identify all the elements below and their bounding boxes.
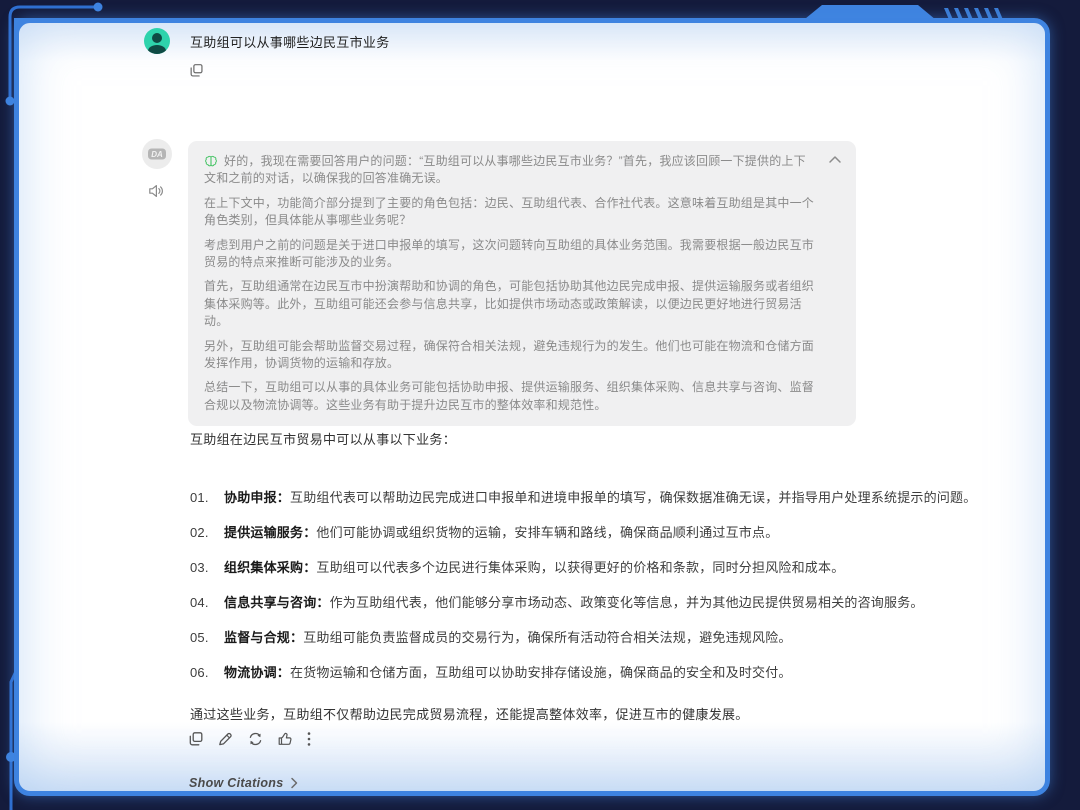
item-number: 04. bbox=[190, 594, 224, 612]
tech-frame-stage: 互助组可以从事哪些边民互市业务 DA bbox=[0, 0, 1080, 810]
kebab-menu-icon bbox=[306, 731, 312, 747]
item-number: 03. bbox=[190, 559, 224, 577]
item-desc: 互助组可以代表多个边民进行集体采购，以获得更好的价格和条款，同时分担风险和成本。 bbox=[316, 560, 844, 575]
svg-text:DA: DA bbox=[151, 150, 163, 159]
brain-icon bbox=[204, 154, 218, 168]
response-actions bbox=[188, 731, 312, 747]
list-item: 06. 物流协调：在货物运输和仓储方面，互助组可以协助安排存储设施，确保商品的安… bbox=[190, 664, 1042, 682]
list-item: 05. 监督与合规：互助组可能负责监督成员的交易行为，确保所有活动符合相关法规，… bbox=[190, 629, 1042, 647]
item-desc: 互助组代表可以帮助边民完成进口申报单和进境申报单的填写，确保数据准确无误，并指导… bbox=[290, 490, 976, 505]
copy-icon bbox=[189, 63, 204, 78]
item-title: 物流协调： bbox=[224, 665, 290, 680]
thinking-block: 好的，我现在需要回答用户的问题：“互助组可以从事哪些边民互市业务？”首先，我应该… bbox=[188, 141, 856, 426]
more-options-button[interactable] bbox=[306, 731, 312, 747]
read-aloud-button[interactable] bbox=[148, 183, 165, 199]
assistant-avatar: DA bbox=[142, 139, 172, 169]
thumbs-up-icon bbox=[277, 731, 293, 747]
item-title: 监督与合规： bbox=[224, 630, 303, 645]
thinking-paragraph: 首先，互助组通常在边民互市中扮演帮助和协调的角色，可能包括协助其他边民完成申报、… bbox=[204, 278, 816, 330]
list-item: 01. 协助申报：互助组代表可以帮助边民完成进口申报单和进境申报单的填写，确保数… bbox=[190, 489, 1042, 507]
user-message-row: 互助组可以从事哪些边民互市业务 bbox=[144, 28, 390, 54]
pencil-icon bbox=[217, 731, 234, 747]
item-number: 02. bbox=[190, 524, 224, 542]
item-desc: 互助组可能负责监督成员的交易行为，确保所有活动符合相关法规，避免违规风险。 bbox=[303, 630, 791, 645]
user-avatar-icon bbox=[144, 28, 170, 54]
business-list: 01. 协助申报：互助组代表可以帮助边民完成进口申报单和进境申报单的填写，确保数… bbox=[190, 489, 1042, 699]
chevron-right-icon bbox=[290, 777, 298, 789]
thinking-paragraph: 总结一下，互助组可以从事的具体业务可能包括协助申报、提供运输服务、组织集体采购、… bbox=[204, 379, 816, 414]
collapse-thinking-button[interactable] bbox=[828, 155, 842, 164]
item-number: 01. bbox=[190, 489, 224, 507]
like-button[interactable] bbox=[277, 731, 293, 747]
thinking-paragraph: 考虑到用户之前的问题是关于进口申报单的填写，这次问题转向互助组的具体业务范围。我… bbox=[204, 237, 816, 272]
copy-icon bbox=[188, 731, 204, 747]
chat-content: 互助组可以从事哪些边民互市业务 DA bbox=[0, 0, 1080, 810]
assistant-logo-icon: DA bbox=[147, 146, 167, 162]
item-desc: 在货物运输和仓储方面，互助组可以协助安排存储设施，确保商品的安全和及时交付。 bbox=[290, 665, 792, 680]
item-number: 05. bbox=[190, 629, 224, 647]
citations-label: Show Citations bbox=[189, 776, 283, 790]
user-question-text: 互助组可以从事哪些边民互市业务 bbox=[190, 32, 390, 51]
answer-closing-text: 通过这些业务，互助组不仅帮助边民完成贸易流程，还能提高整体效率，促进互市的健康发… bbox=[190, 704, 1036, 723]
item-title: 提供运输服务： bbox=[224, 525, 316, 540]
refresh-icon bbox=[247, 731, 264, 747]
edit-response-button[interactable] bbox=[217, 731, 234, 747]
thinking-paragraph: 另外，互助组可能会帮助监督交易过程，确保符合相关法规，避免违规行为的发生。他们也… bbox=[204, 338, 816, 373]
item-title: 协助申报： bbox=[224, 490, 290, 505]
speaker-icon bbox=[148, 183, 165, 199]
list-item: 03. 组织集体采购：互助组可以代表多个边民进行集体采购，以获得更好的价格和条款… bbox=[190, 559, 1042, 577]
copy-response-button[interactable] bbox=[188, 731, 204, 747]
answer-intro-text: 互助组在边民互市贸易中可以从事以下业务： bbox=[190, 429, 1036, 448]
person-icon bbox=[152, 33, 162, 43]
item-title: 组织集体采购： bbox=[224, 560, 316, 575]
item-number: 06. bbox=[190, 664, 224, 682]
chevron-up-icon bbox=[828, 155, 842, 164]
item-desc: 他们可能协调或组织货物的运输，安排车辆和路线，确保商品顺利通过互市点。 bbox=[316, 525, 778, 540]
copy-question-button[interactable] bbox=[189, 63, 204, 78]
show-citations-link[interactable]: Show Citations bbox=[189, 776, 298, 790]
thinking-paragraph: 好的，我现在需要回答用户的问题：“互助组可以从事哪些边民互市业务？”首先，我应该… bbox=[204, 153, 816, 188]
item-desc: 作为互助组代表，他们能够分享市场动态、政策变化等信息，并为其他边民提供贸易相关的… bbox=[330, 595, 924, 610]
list-item: 04. 信息共享与咨询：作为互助组代表，他们能够分享市场动态、政策变化等信息，并… bbox=[190, 594, 1042, 612]
item-title: 信息共享与咨询： bbox=[224, 595, 330, 610]
regenerate-button[interactable] bbox=[247, 731, 264, 747]
thinking-paragraph: 在上下文中，功能简介部分提到了主要的角色包括：边民、互助组代表、合作社代表。这意… bbox=[204, 195, 816, 230]
list-item: 02. 提供运输服务：他们可能协调或组织货物的运输，安排车辆和路线，确保商品顺利… bbox=[190, 524, 1042, 542]
